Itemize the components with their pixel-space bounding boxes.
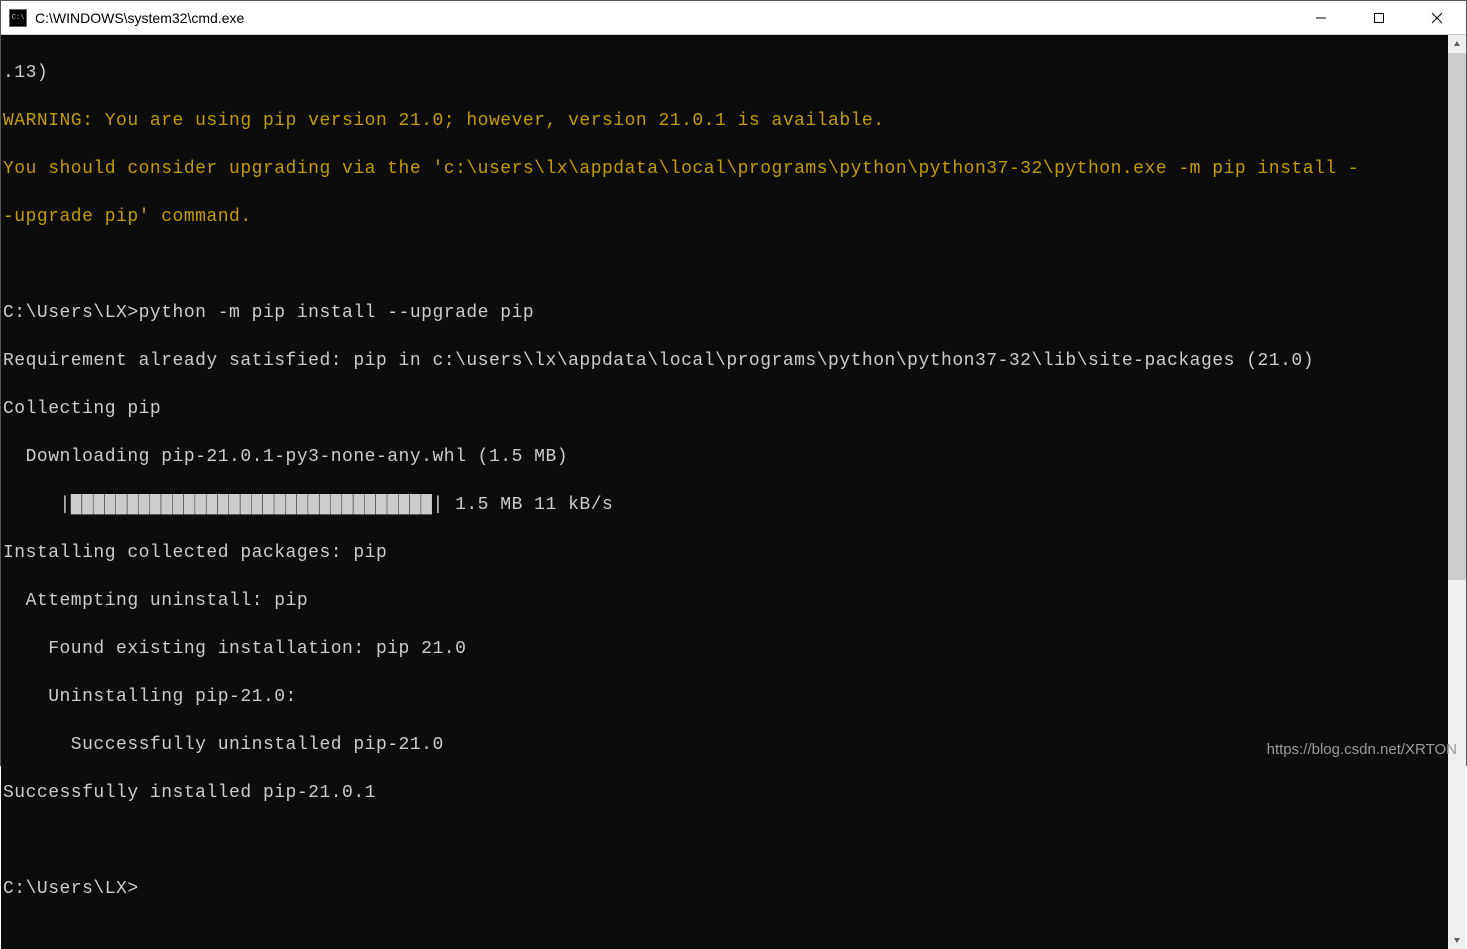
output-line: Attempting uninstall: pip [3, 589, 1448, 613]
terminal-area: .13) WARNING: You are using pip version … [1, 35, 1466, 949]
scrollbar-track[interactable] [1448, 53, 1466, 931]
output-warning: WARNING: You are using pip version 21.0;… [3, 109, 1448, 133]
output-line: Uninstalling pip-21.0: [3, 685, 1448, 709]
titlebar[interactable]: C:\WINDOWS\system32\cmd.exe [1, 1, 1466, 35]
progress-bar: |████████████████████████████████| 1.5 M… [3, 493, 1448, 517]
output-line: Successfully installed pip-21.0.1 [3, 781, 1448, 805]
output-warning: -upgrade pip' command. [3, 205, 1448, 229]
vertical-scrollbar[interactable] [1448, 35, 1466, 949]
terminal-output[interactable]: .13) WARNING: You are using pip version … [1, 35, 1448, 949]
output-blank [3, 829, 1448, 853]
scrollbar-thumb[interactable] [1448, 53, 1466, 580]
maximize-button[interactable] [1350, 1, 1408, 35]
window-title: C:\WINDOWS\system32\cmd.exe [35, 10, 244, 26]
cmd-window: C:\WINDOWS\system32\cmd.exe .13) WARNING… [0, 0, 1467, 766]
scroll-down-arrow-icon[interactable] [1448, 931, 1466, 949]
minimize-button[interactable] [1292, 1, 1350, 35]
prompt-line: C:\Users\LX> [3, 877, 1448, 901]
close-button[interactable] [1408, 1, 1466, 35]
scroll-up-arrow-icon[interactable] [1448, 35, 1466, 53]
close-icon [1431, 12, 1443, 24]
cmd-icon [9, 9, 27, 27]
titlebar-left: C:\WINDOWS\system32\cmd.exe [1, 9, 244, 27]
output-line: Successfully uninstalled pip-21.0 [3, 733, 1448, 757]
output-line: Found existing installation: pip 21.0 [3, 637, 1448, 661]
prompt-line: C:\Users\LX>python -m pip install --upgr… [3, 301, 1448, 325]
output-blank [3, 253, 1448, 277]
maximize-icon [1373, 12, 1385, 24]
output-line: .13) [3, 61, 1448, 85]
minimize-icon [1315, 12, 1327, 24]
output-warning: You should consider upgrading via the 'c… [3, 157, 1448, 181]
window-controls [1292, 1, 1466, 35]
output-line: Requirement already satisfied: pip in c:… [3, 349, 1448, 373]
output-line: Collecting pip [3, 397, 1448, 421]
output-line: Downloading pip-21.0.1-py3-none-any.whl … [3, 445, 1448, 469]
output-line: Installing collected packages: pip [3, 541, 1448, 565]
